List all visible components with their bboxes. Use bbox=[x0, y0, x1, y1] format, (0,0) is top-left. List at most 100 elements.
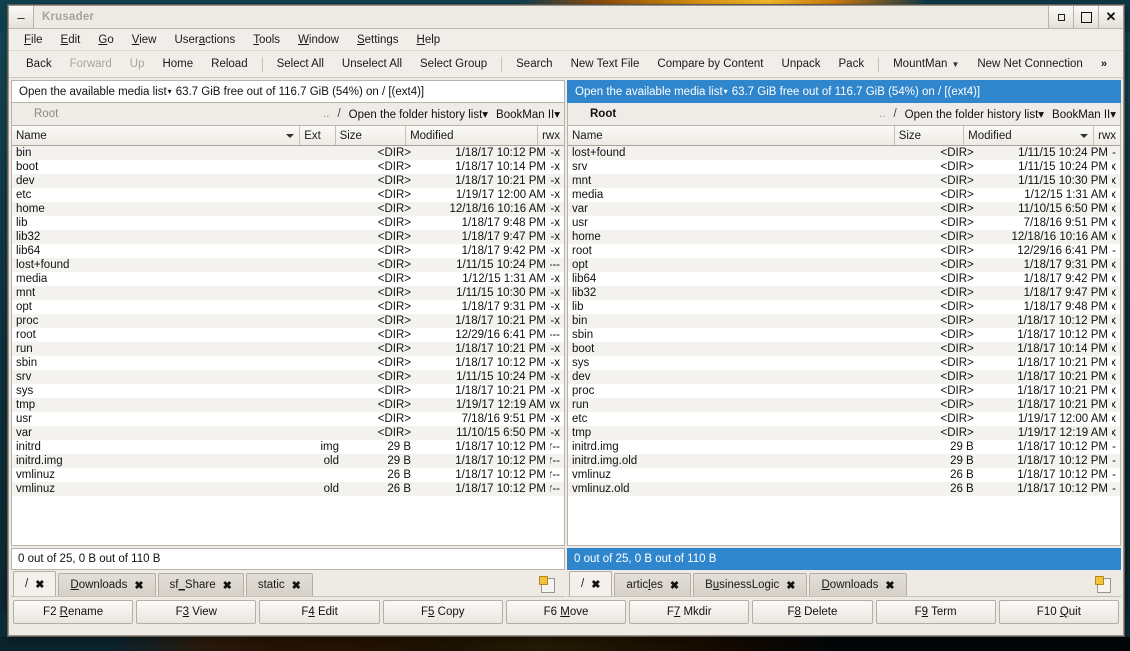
file-row[interactable]: opt <DIR> 1/18/17 9:31 PM r-x bbox=[568, 258, 1120, 272]
file-row[interactable]: bin <DIR> 1/18/17 10:12 PM r-x bbox=[12, 146, 564, 160]
panel-tab--[interactable]: / ✖ bbox=[569, 571, 613, 596]
column-header-modified[interactable]: Modified bbox=[406, 126, 539, 145]
column-header-rwx[interactable]: rwx bbox=[1094, 126, 1120, 145]
restore-button[interactable] bbox=[1048, 6, 1073, 28]
toolbar-unselect-all[interactable]: Unselect All bbox=[333, 56, 411, 72]
left-bookman-button[interactable]: BookMan II▾ bbox=[488, 107, 560, 121]
file-row[interactable]: usr <DIR> 7/18/16 9:51 PM r-x bbox=[12, 412, 564, 426]
toolbar-reload[interactable]: Reload bbox=[202, 56, 256, 72]
file-row[interactable]: vmlinuz old 26 B 1/18/17 10:12 PM r-- bbox=[12, 482, 564, 496]
file-row[interactable]: proc <DIR> 1/18/17 10:21 PM r-x bbox=[568, 384, 1120, 398]
file-row[interactable]: lib <DIR> 1/18/17 9:48 PM r-x bbox=[12, 216, 564, 230]
right-root-label[interactable]: Root bbox=[572, 108, 616, 120]
file-row[interactable]: lib64 <DIR> 1/18/17 9:42 PM r-x bbox=[12, 244, 564, 258]
file-row[interactable]: mnt <DIR> 1/11/15 10:30 PM r-x bbox=[12, 286, 564, 300]
close-tab-icon[interactable]: ✖ bbox=[35, 578, 44, 591]
file-row[interactable]: sbin <DIR> 1/18/17 10:12 PM r-x bbox=[568, 328, 1120, 342]
left-parent-dir-link[interactable]: .. bbox=[317, 108, 335, 120]
close-tab-icon[interactable]: ✖ bbox=[670, 579, 679, 592]
toolbar-new-text-file[interactable]: New Text File bbox=[562, 56, 649, 72]
toolbar-select-all[interactable]: Select All bbox=[268, 56, 333, 72]
right-parent-dir-link[interactable]: .. bbox=[873, 108, 891, 120]
minimize-button[interactable]: – bbox=[9, 6, 34, 28]
close-button[interactable]: ✕ bbox=[1098, 6, 1123, 28]
file-row[interactable]: var <DIR> 11/10/15 6:50 PM r-x bbox=[568, 202, 1120, 216]
file-row[interactable]: lib64 <DIR> 1/18/17 9:42 PM r-x bbox=[568, 272, 1120, 286]
file-row[interactable]: usr <DIR> 7/18/16 9:51 PM r-x bbox=[568, 216, 1120, 230]
close-tab-icon[interactable]: ✖ bbox=[786, 579, 795, 592]
column-header-rwx[interactable]: rwx bbox=[538, 126, 564, 145]
file-row[interactable]: lost+found <DIR> 1/11/15 10:24 PM --- bbox=[12, 258, 564, 272]
menu-item-window[interactable]: Window bbox=[289, 32, 348, 48]
file-row[interactable]: root <DIR> 12/29/16 6:41 PM --- bbox=[12, 328, 564, 342]
close-tab-icon[interactable]: ✖ bbox=[292, 579, 301, 592]
file-row[interactable]: etc <DIR> 1/19/17 12:00 AM r-x bbox=[568, 412, 1120, 426]
toolbar-mountman[interactable]: MountMan ▼ bbox=[884, 56, 968, 72]
panel-tab-static[interactable]: static ✖ bbox=[245, 573, 313, 596]
panel-tab-articles[interactable]: articles ✖ bbox=[614, 573, 692, 596]
file-row[interactable]: bin <DIR> 1/18/17 10:12 PM r-x bbox=[568, 314, 1120, 328]
function-key-f5-copy[interactable]: F5 Copy bbox=[382, 600, 503, 624]
file-row[interactable]: dev <DIR> 1/18/17 10:21 PM r-x bbox=[12, 174, 564, 188]
right-bookman-button[interactable]: BookMan II▾ bbox=[1044, 107, 1116, 121]
file-row[interactable]: etc <DIR> 1/19/17 12:00 AM r-x bbox=[12, 188, 564, 202]
menu-item-edit[interactable]: Edit bbox=[52, 32, 90, 48]
function-key-f8-delete[interactable]: F8 Delete bbox=[752, 600, 873, 624]
left-file-list[interactable]: bin <DIR> 1/18/17 10:12 PM r-x boot <DIR> 1/18… bbox=[11, 146, 565, 546]
toolbar-unpack[interactable]: Unpack bbox=[773, 56, 830, 72]
toolbar-new-net-connection[interactable]: New Net Connection bbox=[968, 56, 1091, 72]
file-row[interactable]: proc <DIR> 1/18/17 10:21 PM r-x bbox=[12, 314, 564, 328]
function-key-f10-quit[interactable]: F10 Quit bbox=[998, 600, 1119, 624]
menu-item-settings[interactable]: Settings bbox=[348, 32, 408, 48]
toolbar-home[interactable]: Home bbox=[153, 56, 202, 72]
file-row[interactable]: var <DIR> 11/10/15 6:50 PM r-x bbox=[12, 426, 564, 440]
new-tab-button[interactable] bbox=[1093, 574, 1115, 596]
file-row[interactable]: run <DIR> 1/18/17 10:21 PM r-x bbox=[12, 342, 564, 356]
file-row[interactable]: vmlinuz 26 B 1/18/17 10:12 PM r-- bbox=[568, 468, 1120, 482]
file-row[interactable]: sys <DIR> 1/18/17 10:21 PM r-x bbox=[568, 356, 1120, 370]
column-header-name[interactable]: Name bbox=[12, 126, 301, 145]
toolbar-overflow-button[interactable]: » bbox=[1093, 56, 1115, 72]
column-header-ext[interactable]: Ext bbox=[300, 126, 336, 145]
function-key-f3-view[interactable]: F3 View bbox=[136, 600, 257, 624]
close-tab-icon[interactable]: ✖ bbox=[134, 579, 143, 592]
panel-tab-businesslogic[interactable]: BusinessLogic ✖ bbox=[693, 573, 808, 596]
toolbar-back[interactable]: Back bbox=[17, 56, 61, 72]
function-key-f6-move[interactable]: F6 Move bbox=[505, 600, 627, 624]
file-row[interactable]: srv <DIR> 1/11/15 10:24 PM r-x bbox=[12, 370, 564, 384]
file-row[interactable]: mnt <DIR> 1/11/15 10:30 PM r-x bbox=[568, 174, 1120, 188]
left-root-label[interactable]: Root bbox=[16, 108, 58, 120]
file-row[interactable]: boot <DIR> 1/18/17 10:14 PM r-x bbox=[12, 160, 564, 174]
right-history-button[interactable]: Open the folder history list▾ bbox=[905, 107, 1044, 121]
column-header-size[interactable]: Size bbox=[336, 126, 407, 145]
menu-item-go[interactable]: Go bbox=[89, 32, 122, 48]
file-row[interactable]: tmp <DIR> 1/19/17 12:19 AM rwx bbox=[568, 426, 1120, 440]
file-row[interactable]: lib32 <DIR> 1/18/17 9:47 PM r-x bbox=[12, 230, 564, 244]
function-key-f9-term[interactable]: F9 Term bbox=[875, 600, 996, 624]
panel-tab-downloads[interactable]: Downloads ✖ bbox=[809, 573, 907, 596]
menu-item-help[interactable]: Help bbox=[408, 32, 450, 48]
file-row[interactable]: root <DIR> 12/29/16 6:41 PM --- bbox=[568, 244, 1120, 258]
left-media-bar[interactable]: Open the available media list ▾ 63.7 GiB… bbox=[11, 80, 565, 103]
file-row[interactable]: media <DIR> 1/12/15 1:31 AM r-x bbox=[568, 188, 1120, 202]
toolbar-pack[interactable]: Pack bbox=[830, 56, 874, 72]
file-row[interactable]: initrd img 29 B 1/18/17 10:12 PM r-- bbox=[12, 440, 564, 454]
function-key-f2-rename[interactable]: F2 Rename bbox=[13, 600, 134, 624]
toolbar-search[interactable]: Search bbox=[507, 56, 561, 72]
panel-tab--[interactable]: / ✖ bbox=[13, 571, 57, 596]
function-key-f7-mkdir[interactable]: F7 Mkdir bbox=[629, 600, 750, 624]
close-tab-icon[interactable]: ✖ bbox=[223, 579, 232, 592]
file-row[interactable]: sbin <DIR> 1/18/17 10:12 PM r-x bbox=[12, 356, 564, 370]
close-tab-icon[interactable]: ✖ bbox=[885, 579, 894, 592]
right-breadcrumb-root[interactable]: / bbox=[891, 108, 904, 120]
close-tab-icon[interactable]: ✖ bbox=[591, 578, 600, 591]
file-row[interactable]: media <DIR> 1/12/15 1:31 AM r-x bbox=[12, 272, 564, 286]
file-row[interactable]: vmlinuz.old 26 B 1/18/17 10:12 PM r-- bbox=[568, 482, 1120, 496]
panel-tab-downloads[interactable]: Downloads ✖ bbox=[58, 573, 156, 596]
file-row[interactable]: initrd.img old 29 B 1/18/17 10:12 PM r-- bbox=[12, 454, 564, 468]
file-row[interactable]: opt <DIR> 1/18/17 9:31 PM r-x bbox=[12, 300, 564, 314]
file-row[interactable]: home <DIR> 12/18/16 10:16 AM r-x bbox=[12, 202, 564, 216]
toolbar-select-group[interactable]: Select Group bbox=[411, 56, 496, 72]
right-file-list[interactable]: lost+found <DIR> 1/11/15 10:24 PM --- srv <DI… bbox=[567, 146, 1121, 546]
file-row[interactable]: boot <DIR> 1/18/17 10:14 PM r-x bbox=[568, 342, 1120, 356]
